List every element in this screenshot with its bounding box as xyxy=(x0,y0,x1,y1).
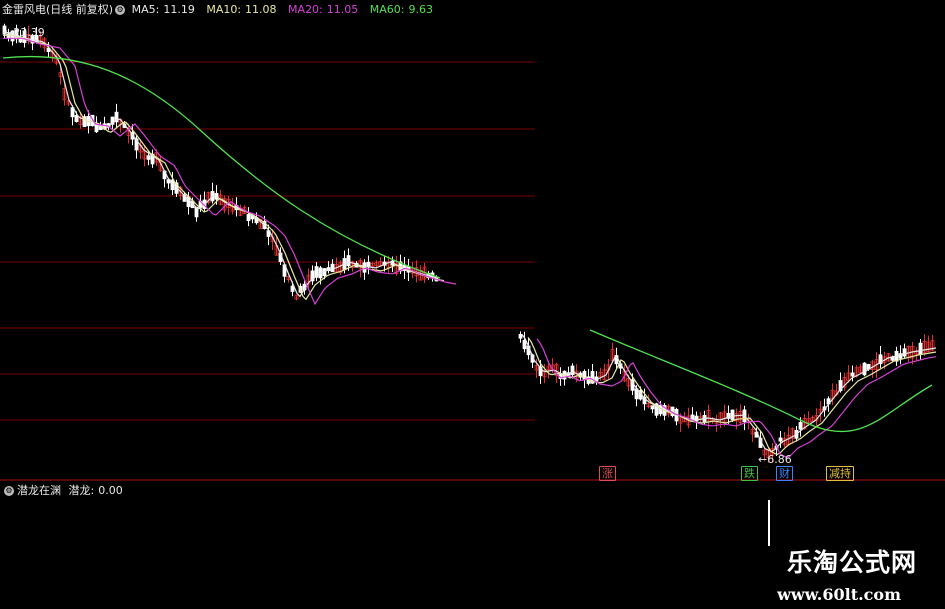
ma5-line xyxy=(3,31,937,453)
ma20-value: 11.05 xyxy=(326,3,359,16)
moving-averages xyxy=(2,31,937,458)
ma60-line-left xyxy=(2,55,441,279)
candle-body xyxy=(850,372,855,377)
high-price-value: 23.39 xyxy=(13,26,45,39)
ma5-readout: MA5: 11.19 xyxy=(132,3,195,16)
low-arrow-icon: ← xyxy=(758,453,768,466)
watermark-site-name: 乐淘公式网 xyxy=(786,548,917,577)
candle-body xyxy=(246,214,251,221)
candle-body xyxy=(918,342,923,355)
kline-chart[interactable] xyxy=(0,0,945,609)
candle-body xyxy=(862,362,867,376)
candle-body xyxy=(518,333,523,339)
signal-tag-fall-text: 跌 xyxy=(744,467,755,480)
candle-body xyxy=(366,261,371,267)
indicator-line-label: 潜龙: xyxy=(68,484,95,497)
chart-grid xyxy=(0,61,945,481)
ma60-label: MA60: xyxy=(369,3,405,16)
chart-header: 金雷风电(日线 前复权) ⚙ MA5: 11.19 MA10: 11.08 MA20:… xyxy=(2,3,441,17)
indicator-header: ⚙ 潜龙在渊 潜龙: 0.00 xyxy=(2,484,123,498)
candle-body xyxy=(346,255,351,267)
high-price-label: ←23.39 xyxy=(4,26,45,40)
signal-tag-rise[interactable]: 涨 xyxy=(599,466,616,481)
indicator-settings-icon[interactable]: ⚙ xyxy=(4,486,14,496)
low-price-value: 6.86 xyxy=(767,453,792,466)
indicator-value: 0.00 xyxy=(98,484,123,497)
ma20-readout: MA20: 11.05 xyxy=(288,3,358,16)
candle-body xyxy=(650,405,655,410)
ma10-label: MA10: xyxy=(206,3,242,16)
low-price-label: ←6.86 xyxy=(758,453,792,467)
ma10-line xyxy=(3,34,937,456)
ma10-value: 11.08 xyxy=(245,3,277,16)
candle-body xyxy=(902,348,907,357)
candlesticks xyxy=(2,23,935,463)
signal-tag-finance-text: 财 xyxy=(779,467,790,480)
signal-tag-reduce-text: 减持 xyxy=(829,467,851,480)
stock-title[interactable]: 金雷风电(日线 前复权) xyxy=(2,3,113,16)
signal-tag-fall[interactable]: 跌 xyxy=(741,466,758,481)
ma5-label: MA5: xyxy=(131,3,160,16)
candle-body xyxy=(798,422,803,430)
ma10-readout: MA10: 11.08 xyxy=(206,3,276,16)
ma60-readout: MA60: 9.63 xyxy=(370,3,433,16)
ma20-label: MA20: xyxy=(288,3,323,16)
settings-icon[interactable]: ⚙ xyxy=(115,5,126,15)
signal-tag-finance[interactable]: 财 xyxy=(776,466,793,481)
signal-tag-rise-text: 涨 xyxy=(602,467,613,480)
indicator-name[interactable]: 潜龙在渊 xyxy=(17,484,61,497)
high-arrow-icon: ← xyxy=(4,26,14,39)
watermark-url: www.60lt.com xyxy=(777,585,901,604)
candle-body xyxy=(730,409,735,421)
candle-body xyxy=(146,155,151,160)
ma20-line xyxy=(3,37,937,458)
candle-body xyxy=(778,437,783,442)
ma60-line-right xyxy=(589,329,933,432)
kline-chart-window: 金雷风电(日线 前复权) ⚙ MA5: 11.19 MA10: 11.08 MA20:… xyxy=(0,0,945,609)
ma60-value: 9.63 xyxy=(408,3,433,16)
candle-body xyxy=(330,263,335,273)
candle-body xyxy=(522,339,527,350)
signal-tag-reduce[interactable]: 减持 xyxy=(826,466,854,481)
ma5-value: 11.19 xyxy=(163,3,195,16)
